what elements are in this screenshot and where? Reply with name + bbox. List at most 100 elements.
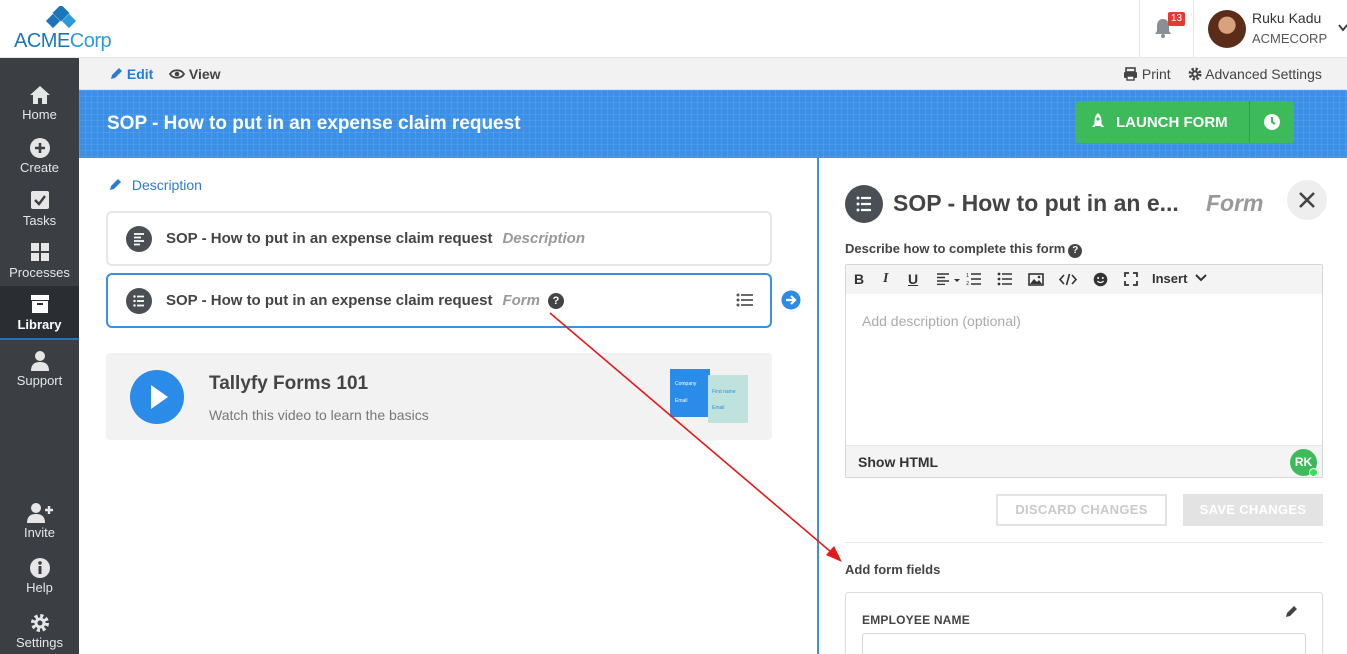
mode-bar: Edit View Print Advanced Settings	[79, 58, 1347, 90]
plus-circle-icon	[29, 138, 50, 158]
logo-text-corp: Corp	[69, 30, 112, 52]
save-changes-button[interactable]: SAVE CHANGES	[1183, 494, 1323, 526]
step-title: SOP - How to put in an expense claim req…	[166, 230, 585, 247]
italic-button[interactable]: I	[883, 271, 888, 287]
bullet-list-icon[interactable]	[997, 272, 1013, 286]
home-icon	[29, 86, 50, 104]
sidebar-item-label: Library	[17, 317, 62, 332]
notifications-button[interactable]: 13	[1139, 0, 1193, 58]
pencil-icon	[110, 179, 121, 190]
user-avatar	[1208, 10, 1246, 48]
description-editor: B I U 12 Insert Add description (optiona…	[845, 264, 1323, 478]
image-icon[interactable]	[1028, 273, 1044, 286]
video-subtitle: Watch this video to learn the basics	[209, 407, 429, 423]
emoji-icon[interactable]	[1093, 272, 1108, 287]
online-status-dot	[1309, 468, 1318, 477]
panel-step-title: SOP - How to put in an e...	[893, 190, 1179, 216]
acme-logo[interactable]: ACMECorp	[14, 6, 114, 54]
top-bar: ACMECorp 13 Ruku Kadu ACMECORP	[0, 0, 1347, 58]
print-button[interactable]: Print	[1123, 66, 1171, 82]
panel-step-type: Form	[1206, 190, 1264, 216]
eye-icon	[169, 69, 185, 79]
illustration-label: Company	[675, 381, 697, 387]
illustration-label: Email	[712, 405, 725, 411]
printer-icon	[1124, 67, 1137, 81]
employee-name-input[interactable]	[862, 633, 1306, 654]
sidebar-item-create[interactable]: Create	[0, 131, 79, 183]
sidebar-item-label: Help	[26, 580, 53, 595]
sidebar-item-tasks[interactable]: Tasks	[0, 184, 79, 236]
info-icon	[29, 558, 50, 578]
edit-label: Edit	[126, 66, 154, 82]
sidebar-item-label: Home	[22, 107, 57, 122]
view-mode-button[interactable]: View	[169, 66, 221, 82]
sidebar-item-label: Tasks	[22, 213, 57, 228]
underline-button[interactable]: U	[908, 271, 918, 287]
description-placeholder[interactable]: Add description (optional)	[862, 313, 1021, 329]
editor-toolbar: B I U 12 Insert	[846, 265, 1322, 294]
print-label: Print	[1141, 66, 1171, 82]
list-icon	[126, 288, 152, 314]
sidebar-item-library[interactable]: Library	[0, 286, 79, 340]
launch-form-button[interactable]: LAUNCH FORM	[1076, 101, 1294, 143]
help-icon[interactable]: ?	[547, 293, 564, 309]
show-html-button[interactable]: Show HTML	[858, 454, 938, 470]
help-icon[interactable]: ?	[1068, 244, 1083, 258]
sidebar-item-invite[interactable]: Invite	[0, 496, 79, 548]
user-plus-icon	[26, 503, 53, 523]
logo-diamonds-icon	[45, 6, 77, 29]
sidebar-item-home[interactable]: Home	[0, 78, 79, 130]
launch-form-label: LAUNCH FORM	[1116, 114, 1228, 131]
editor-footer: Show HTML RK	[846, 445, 1322, 477]
insert-dropdown[interactable]: Insert	[1152, 271, 1207, 286]
view-label: View	[188, 66, 221, 82]
step-card-form[interactable]: SOP - How to put in an expense claim req…	[106, 273, 772, 328]
clock-icon[interactable]	[1263, 113, 1281, 131]
play-icon	[151, 385, 168, 409]
code-icon[interactable]	[1059, 273, 1077, 286]
edit-field-pencil-icon[interactable]	[1284, 605, 1298, 619]
align-dropdown-icon[interactable]	[936, 273, 962, 285]
form-field-card[interactable]: EMPLOYEE NAME	[845, 592, 1323, 654]
illustration-label: First name	[712, 389, 736, 395]
description-link-label: Description	[131, 177, 202, 193]
advanced-settings-button[interactable]: Advanced Settings	[1188, 66, 1322, 82]
user-icon	[30, 351, 49, 371]
close-icon	[1299, 192, 1315, 208]
user-menu[interactable]: Ruku Kadu ACMECORP	[1193, 0, 1347, 58]
edit-mode-button[interactable]: Edit	[109, 66, 153, 82]
user-name: Ruku Kadu	[1252, 10, 1322, 26]
sidebar-item-settings[interactable]: Settings	[0, 606, 79, 654]
play-button[interactable]	[130, 370, 184, 424]
template-title: SOP - How to put in an expense claim req…	[107, 113, 521, 134]
list-icon[interactable]	[736, 293, 754, 307]
grid-icon	[30, 243, 49, 261]
pencil-icon	[111, 68, 122, 79]
logo-text-acme: ACME	[14, 30, 70, 52]
user-avatar-initials: RK	[1290, 449, 1318, 477]
section-divider	[845, 542, 1323, 543]
form-list-icon	[845, 185, 883, 223]
description-link[interactable]: Description	[108, 177, 202, 193]
step-title-text: SOP - How to put in an expense claim req…	[166, 292, 493, 309]
checkbox-icon	[30, 191, 49, 209]
step-card-description[interactable]: SOP - How to put in an expense claim req…	[106, 211, 772, 266]
step-title-text: SOP - How to put in an expense claim req…	[166, 230, 493, 247]
svg-text:1: 1	[966, 273, 969, 279]
illustration-doc-back	[670, 369, 710, 417]
discard-changes-button[interactable]: DISCARD CHANGES	[996, 494, 1167, 526]
fullscreen-icon[interactable]	[1124, 272, 1138, 286]
sidebar-item-processes[interactable]: Processes	[0, 236, 79, 288]
close-panel-button[interactable]	[1287, 180, 1327, 220]
arrow-right-circle-icon[interactable]	[781, 290, 801, 310]
insert-label: Insert	[1152, 271, 1188, 286]
archive-icon	[30, 295, 49, 313]
ordered-list-icon[interactable]: 12	[966, 272, 982, 286]
bold-button[interactable]: B	[854, 271, 864, 287]
chevron-down-icon	[1338, 24, 1347, 32]
rocket-icon	[1092, 113, 1104, 127]
video-tutorial-card[interactable]: Tallyfy Forms 101 Watch this video to le…	[106, 353, 772, 440]
sidebar-item-help[interactable]: Help	[0, 551, 79, 603]
sidebar-item-support[interactable]: Support	[0, 344, 79, 396]
gear-icon	[1188, 67, 1202, 81]
